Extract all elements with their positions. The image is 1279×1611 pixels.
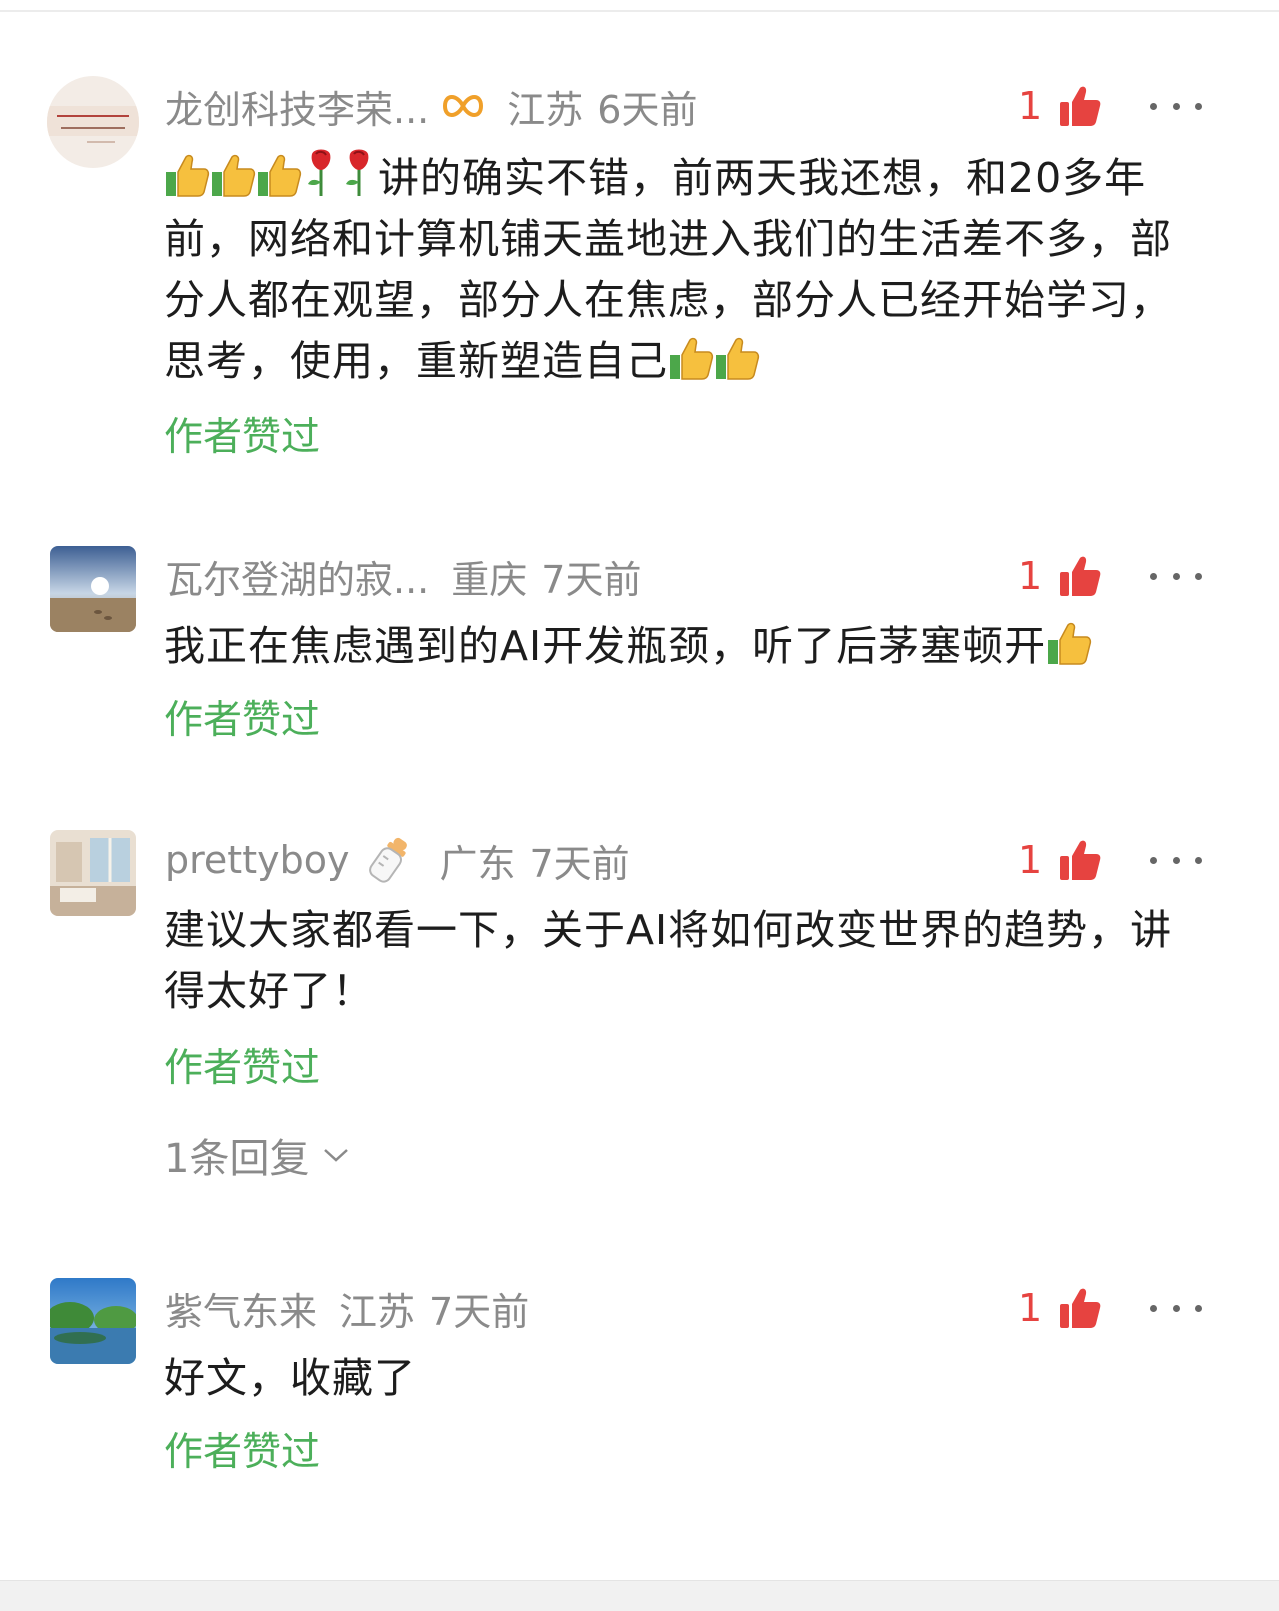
- author-liked-label: 作者赞过: [164, 415, 321, 460]
- username[interactable]: prettyboy: [165, 838, 349, 882]
- more-options-icon[interactable]: [1150, 76, 1202, 136]
- bottom-bar: [0, 1580, 1279, 1611]
- comment-text: 我正在焦虑遇到的AI开发瓶颈，听了后茅塞顿开: [164, 616, 1194, 677]
- thumbs-up-icon: [1060, 86, 1101, 126]
- comment-body: 我正在焦虑遇到的AI开发瓶颈，听了后茅塞顿开: [164, 622, 1047, 670]
- avatar[interactable]: [50, 1278, 136, 1364]
- location: 广东: [439, 841, 516, 886]
- like-control[interactable]: 1: [1018, 1278, 1102, 1338]
- like-count: 1: [1018, 84, 1043, 128]
- chevron-down-icon: [324, 1149, 349, 1162]
- comment-meta: prettyboy 广东 7天前: [165, 830, 630, 890]
- location: 江苏: [507, 87, 584, 132]
- timestamp: 7天前: [429, 1289, 530, 1334]
- baby-bottle-icon: [361, 832, 417, 888]
- more-options-icon[interactable]: [1150, 1278, 1202, 1338]
- username[interactable]: 瓦尔登湖的寂...: [165, 549, 429, 604]
- comment-body: 建议大家都看一下，关于AI将如何改变世界的趋势，讲得太好了！: [164, 906, 1173, 1015]
- comment-text: 讲的确实不错，前两天我还想，和20多年前，网络和计算机铺天盖地进入我们的生活差不…: [164, 148, 1194, 392]
- divider: [0, 10, 1279, 12]
- view-replies-button[interactable]: 1条回复: [164, 1126, 349, 1184]
- thumbs-up-emoji-icon: [1046, 620, 1092, 666]
- author-liked-label: 作者赞过: [164, 1046, 321, 1091]
- thumbs-up-icon: [1060, 1288, 1101, 1328]
- thumbs-up-emoji-icon: [256, 152, 302, 198]
- infinity-icon: [441, 88, 485, 124]
- more-options-icon[interactable]: [1150, 830, 1202, 890]
- thumbs-up-emoji-icon: [668, 335, 714, 381]
- comment-meta: 瓦尔登湖的寂... 重庆 7天前: [165, 546, 641, 606]
- rose-emoji-icon: [302, 148, 340, 198]
- timestamp: 7天前: [529, 841, 630, 886]
- comment-text: 建议大家都看一下，关于AI将如何改变世界的趋势，讲得太好了！: [164, 900, 1194, 1022]
- replies-count: 1条回复: [164, 1136, 310, 1182]
- location: 重庆: [451, 557, 528, 602]
- comment-meta: 龙创科技李荣... 江苏 6天前: [165, 76, 697, 136]
- like-count: 1: [1018, 838, 1043, 882]
- rose-emoji-icon: [340, 148, 378, 198]
- comment-text: 好文，收藏了: [164, 1348, 1194, 1409]
- more-options-icon[interactable]: [1150, 546, 1202, 606]
- location: 江苏: [339, 1289, 416, 1334]
- avatar[interactable]: [50, 830, 136, 916]
- thumbs-up-emoji-icon: [164, 152, 210, 198]
- timestamp: 6天前: [597, 87, 698, 132]
- thumbs-up-emoji-icon: [210, 152, 256, 198]
- thumbs-up-icon: [1060, 556, 1101, 596]
- comment-meta: 紫气东来 江苏 7天前: [165, 1278, 529, 1338]
- thumbs-up-emoji-icon: [714, 335, 760, 381]
- author-liked-label: 作者赞过: [164, 1430, 321, 1475]
- username[interactable]: 紫气东来: [165, 1281, 317, 1336]
- avatar[interactable]: [47, 76, 139, 168]
- username[interactable]: 龙创科技李荣...: [165, 79, 429, 134]
- author-liked-label: 作者赞过: [164, 698, 321, 743]
- like-count: 1: [1018, 554, 1043, 598]
- comment-body: 好文，收藏了: [164, 1354, 416, 1402]
- thumbs-up-icon: [1060, 840, 1101, 880]
- like-control[interactable]: 1: [1018, 76, 1102, 136]
- like-control[interactable]: 1: [1018, 830, 1102, 890]
- comment-list-page: 龙创科技李荣... 江苏 6天前 1 讲的确实不错，前两天我还想，和20多年前，…: [0, 0, 1279, 1580]
- like-count: 1: [1018, 1286, 1043, 1330]
- like-control[interactable]: 1: [1018, 546, 1102, 606]
- avatar[interactable]: [50, 546, 136, 632]
- timestamp: 7天前: [541, 557, 642, 602]
